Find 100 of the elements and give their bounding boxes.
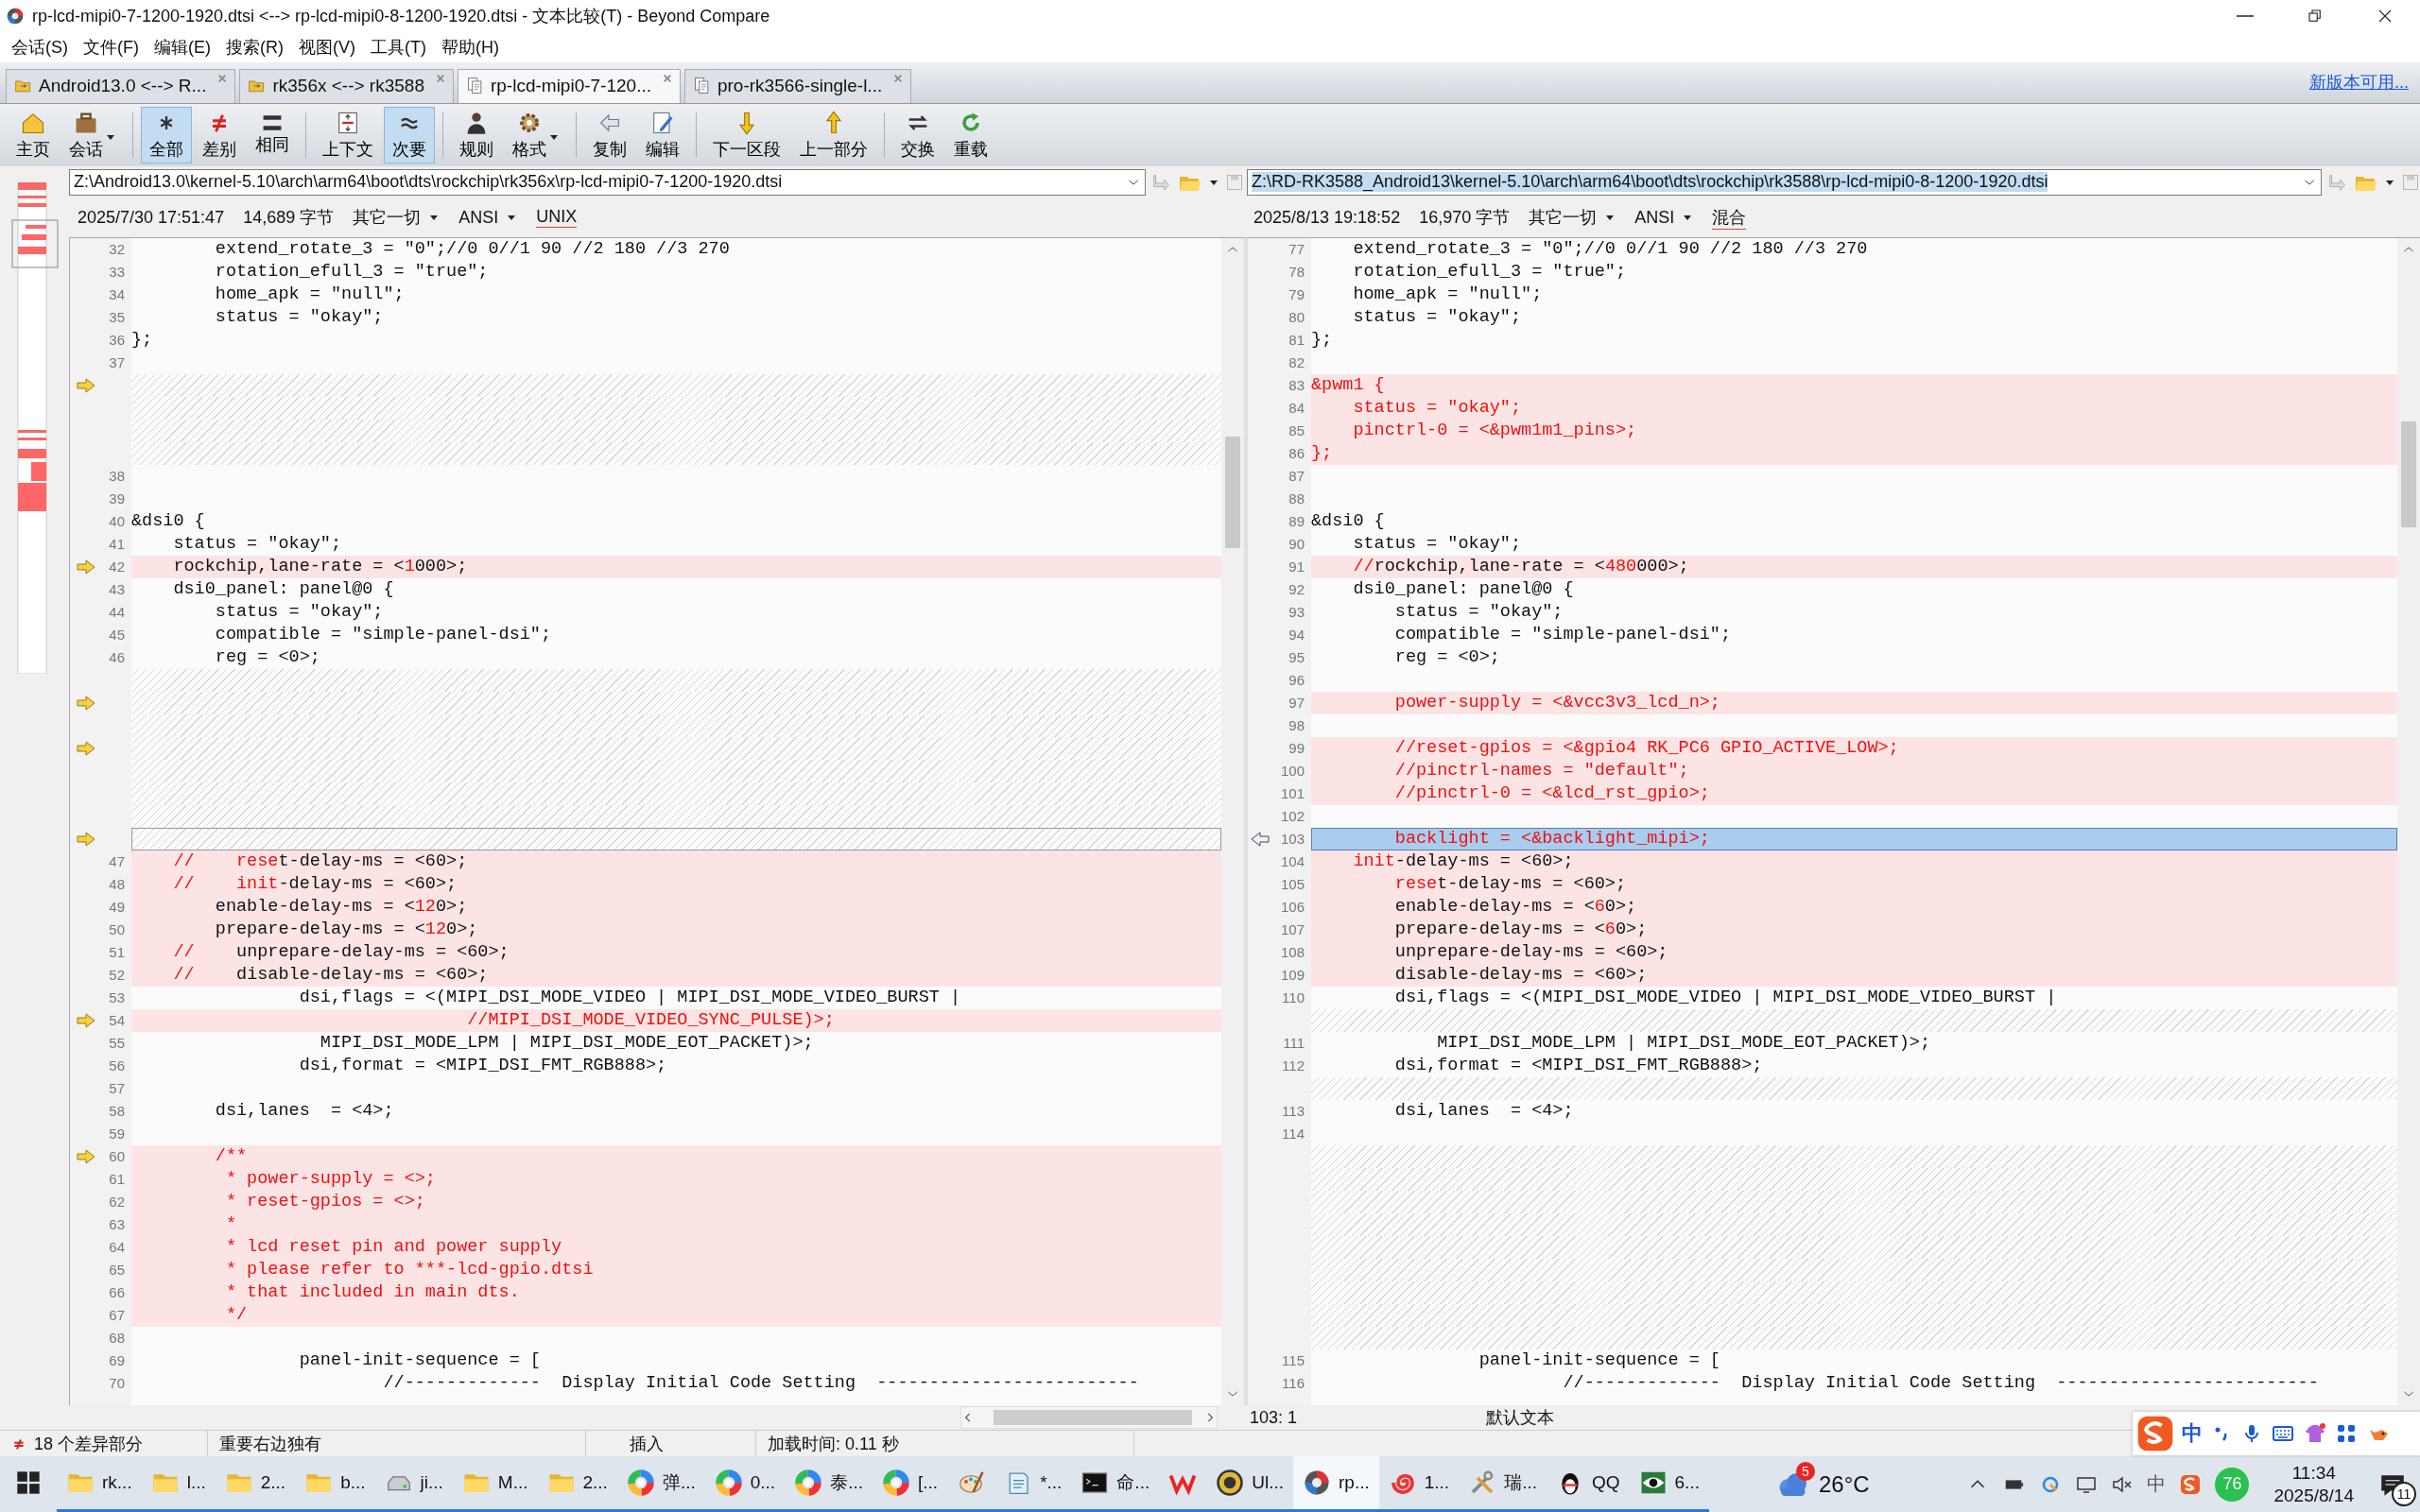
tab[interactable]: Android13.0 <--> R... <box>6 68 236 103</box>
update-link[interactable]: 新版本可用... <box>2309 71 2409 94</box>
line-number: 111 <box>1282 1033 1305 1053</box>
code-line: dsi,lanes = <4>; <box>214 1099 395 1123</box>
tab[interactable]: rp-lcd-mipi0-7-120... <box>457 68 681 103</box>
menu-item[interactable]: 会话(S) <box>4 35 76 59</box>
line-number: 96 <box>1288 670 1305 690</box>
color-wheel-icon <box>626 1469 655 1498</box>
taskbar-item[interactable]: 2... <box>537 1456 617 1512</box>
taskbar-item[interactable]: b... <box>295 1456 375 1512</box>
menu-item[interactable]: 文件(F) <box>76 35 147 59</box>
line-ending-label[interactable]: UNIX <box>536 207 578 229</box>
toolbar-button[interactable]: 上下文 <box>314 106 382 163</box>
arrow-right-icon <box>76 830 96 848</box>
taskbar-item[interactable]: l... <box>141 1456 216 1512</box>
code-line: //------------- Display Initial Code Setting ------------------------- <box>382 1371 1140 1395</box>
taskbar-item[interactable]: QQ <box>1546 1456 1630 1512</box>
encoding-dropdown[interactable]: ANSI <box>458 207 518 228</box>
line-number: 70 <box>108 1373 126 1393</box>
toolbar-button[interactable]: 编辑 <box>637 106 688 163</box>
line-number: 88 <box>1288 489 1305 508</box>
menu-item[interactable]: 搜索(R) <box>218 35 291 59</box>
code-line: status = "okay"; <box>214 305 385 329</box>
horizontal-scrollbar[interactable] <box>960 1406 1218 1430</box>
tab[interactable]: pro-rk3566-single-l... <box>683 68 912 103</box>
line-number: 100 <box>1279 761 1305 781</box>
scroll-thumb[interactable] <box>1225 436 1240 548</box>
circle-logo-icon <box>1216 1469 1245 1498</box>
tab[interactable]: rk356x <--> rk3588 <box>239 68 454 103</box>
weather-widget[interactable]: 5 26°C <box>1774 1456 1870 1512</box>
line-number: 109 <box>1279 965 1305 985</box>
toolbar-button[interactable]: 上一部分 <box>791 106 876 163</box>
line-number: 87 <box>1288 466 1305 486</box>
restore-icon <box>2307 8 2324 25</box>
menu-item[interactable]: 编辑(E) <box>147 35 218 59</box>
line-number: 60 <box>108 1146 126 1166</box>
toolbar-button[interactable]: 会话 <box>60 106 125 163</box>
toolbar-button[interactable]: 全部 <box>141 106 192 163</box>
taskbar-item[interactable]: [... <box>873 1456 948 1512</box>
line-number: 104 <box>1279 851 1305 871</box>
toolbar-button[interactable]: 主页 <box>8 106 59 163</box>
taskbar-item[interactable]: 瑞... <box>1459 1456 1547 1512</box>
toolbar-button[interactable]: 重载 <box>945 106 996 163</box>
line-number: 52 <box>108 965 126 985</box>
input-language[interactable]: 中 <box>2147 1471 2167 1498</box>
taskbar-item[interactable]: rp... <box>1293 1456 1379 1512</box>
scroll-thumb[interactable] <box>994 1410 1192 1426</box>
encoding-dropdown[interactable]: ANSI <box>1634 207 1694 228</box>
close-icon <box>662 73 672 83</box>
taskbar-item[interactable]: ji... <box>374 1456 453 1512</box>
input-mode-button[interactable]: 中 <box>2182 1419 2203 1448</box>
file-size: 16,970 字节 <box>1419 207 1511 230</box>
code-line: dsi,format = <MIPI_DSI_FMT_RGB888>; <box>298 1054 668 1077</box>
menu-item[interactable]: 帮助(H) <box>433 35 507 59</box>
line-number: 59 <box>108 1124 126 1143</box>
toolbar-button[interactable]: 差别 <box>194 106 245 163</box>
close-icon <box>435 73 445 83</box>
toolbar-button[interactable]: 次要 <box>384 106 435 163</box>
taskbar-item[interactable]: M... <box>452 1456 538 1512</box>
taskbar-item[interactable]: 6... <box>1629 1456 1709 1512</box>
taskbar-item[interactable]: 弹... <box>616 1456 705 1512</box>
taskbar-item[interactable]: 命... <box>1071 1456 1160 1512</box>
toolbar-button[interactable]: 相同 <box>247 106 298 163</box>
scrollbar[interactable] <box>1221 237 1244 1406</box>
line-number: 78 <box>1288 262 1305 282</box>
taskbar-item[interactable]: 0... <box>704 1456 786 1512</box>
taskbar-item[interactable]: rk... <box>57 1456 142 1512</box>
code-line: dsi,flags = <(MIPI_DSI_MODE_VIDEO | MIPI_DSI_MODE_VIDEO_BURST | <box>1393 986 2058 1009</box>
path-field[interactable]: Z:\RD-RK3588_Android13\kernel-5.10\arch\arm64\boot\dts\rockchip\rk3588\rp-lcd-mipi0-8-1200-1920.dtsi <box>1247 168 2322 196</box>
filter-dropdown[interactable]: 其它一切 <box>1529 206 1616 230</box>
line-number: 116 <box>1281 1373 1305 1393</box>
line-number: 53 <box>108 988 126 1007</box>
taskbar-item[interactable]: *... <box>994 1456 1072 1512</box>
line-number: 49 <box>108 897 126 917</box>
toolbar-button[interactable]: 复制 <box>584 106 635 163</box>
line-number: 45 <box>108 625 126 644</box>
line-ending-label[interactable]: 混合 <box>1712 205 1747 230</box>
line-number: 95 <box>1288 647 1305 667</box>
code-line: status = "okay"; <box>1352 532 1523 556</box>
line-number: 41 <box>108 534 126 554</box>
toolbar-button[interactable]: 交换 <box>892 106 943 163</box>
filter-dropdown[interactable]: 其它一切 <box>353 206 441 230</box>
taskbar-item[interactable]: 1... <box>1378 1456 1460 1512</box>
line-number: 98 <box>1288 715 1305 735</box>
menu-item[interactable]: 工具(T) <box>363 35 434 59</box>
code-line: status = "okay"; <box>1393 600 1564 624</box>
path-field[interactable]: Z:\Android13.0\kernel-5.10\arch\arm64\boot\dts\rockchip\rk356x\rp-lcd-mipi0-7-1200-1920.dtsi <box>69 168 1146 196</box>
menu-item[interactable]: 视图(V) <box>291 35 363 59</box>
line-number: 102 <box>1279 806 1305 826</box>
color-wheel-icon <box>882 1469 910 1498</box>
line-number: 55 <box>108 1033 126 1053</box>
line-number: 84 <box>1288 398 1305 418</box>
code-line: status = "okay"; <box>1352 305 1523 329</box>
taskbar-item[interactable]: 泰... <box>785 1456 873 1512</box>
toolbar-button[interactable]: 规则 <box>451 106 502 163</box>
toolbar-button[interactable]: 格式 <box>504 106 568 163</box>
taskbar-item[interactable]: 2... <box>215 1456 296 1512</box>
scrollbar[interactable] <box>2397 237 2420 1406</box>
scroll-thumb[interactable] <box>2401 421 2416 527</box>
toolbar-button[interactable]: 下一区段 <box>704 106 789 163</box>
